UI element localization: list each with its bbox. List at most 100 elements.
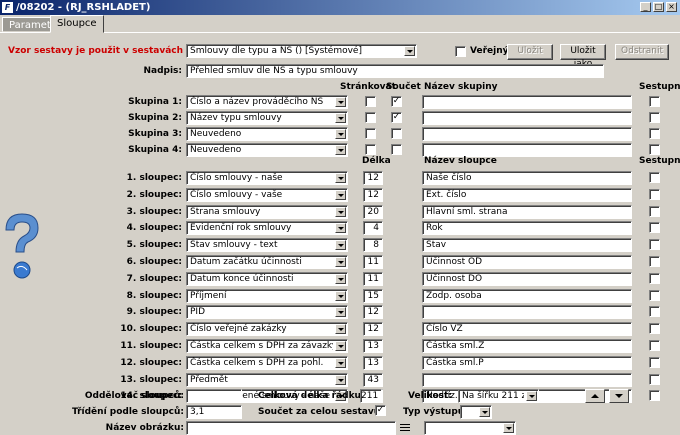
- group-select[interactable]: Číslo a název prováděcího NS: [186, 95, 348, 109]
- chevron-down-icon[interactable]: [479, 407, 490, 417]
- group-sum-checkbox[interactable]: [391, 128, 402, 139]
- save-button[interactable]: Uložit: [507, 44, 553, 60]
- column-length-input[interactable]: 43: [363, 372, 383, 387]
- chevron-down-icon[interactable]: [335, 223, 346, 234]
- column-desc-checkbox[interactable]: [649, 340, 660, 351]
- chevron-down-icon[interactable]: [335, 357, 346, 368]
- minimize-button[interactable]: _: [640, 2, 651, 12]
- chevron-down-icon[interactable]: [335, 307, 346, 318]
- sum-all-checkbox[interactable]: ✓: [375, 405, 386, 416]
- column-select[interactable]: Datum konce účinnosti: [186, 271, 348, 286]
- chevron-down-icon[interactable]: [404, 46, 415, 56]
- group-paging-checkbox[interactable]: [365, 128, 376, 139]
- column-desc-checkbox[interactable]: [649, 323, 660, 335]
- chevron-down-icon[interactable]: [335, 257, 346, 267]
- column-name-input[interactable]: Účinnost DO: [422, 271, 632, 286]
- column-desc-checkbox[interactable]: [649, 306, 660, 318]
- image-select[interactable]: [424, 421, 516, 435]
- column-desc-checkbox[interactable]: [649, 188, 660, 200]
- column-select[interactable]: Předmět: [186, 372, 348, 387]
- column-name-input[interactable]: Hlavní sml. strana: [422, 204, 632, 219]
- chevron-down-icon[interactable]: [335, 189, 346, 200]
- size-select[interactable]: Na šířku 211 zn.: [458, 389, 539, 403]
- column-length-input[interactable]: 12: [363, 305, 383, 320]
- group-sum-checkbox[interactable]: [391, 144, 402, 155]
- column-length-input[interactable]: 13: [363, 355, 383, 370]
- group-name-input[interactable]: [422, 143, 632, 157]
- close-button[interactable]: ×: [666, 2, 677, 12]
- group-paging-checkbox[interactable]: [365, 144, 376, 155]
- group-desc-checkbox[interactable]: [649, 128, 660, 139]
- column-desc-checkbox[interactable]: [649, 272, 660, 284]
- column-desc-checkbox[interactable]: [649, 205, 660, 217]
- column-select[interactable]: Číslo veřejné zakázky: [186, 322, 348, 337]
- column-length-input[interactable]: 11: [363, 271, 383, 286]
- group-paging-checkbox[interactable]: [365, 96, 376, 107]
- chevron-down-icon[interactable]: [335, 341, 346, 351]
- output-type-select[interactable]: [460, 405, 492, 419]
- group-sum-checkbox[interactable]: ✓: [391, 112, 402, 123]
- move-up-button[interactable]: [585, 389, 605, 403]
- maximize-button[interactable]: □: [653, 2, 664, 12]
- column-select[interactable]: Strana smlouvy: [186, 204, 348, 219]
- column-select[interactable]: Příjmení: [186, 288, 348, 303]
- column-name-input[interactable]: Zodp. osoba: [422, 288, 632, 303]
- group-name-input[interactable]: [422, 127, 632, 141]
- column-select[interactable]: Stav smlouvy - text: [186, 238, 348, 253]
- group-select[interactable]: Název typu smlouvy: [186, 111, 348, 125]
- tab-sloupce[interactable]: Sloupce: [50, 15, 104, 33]
- chevron-down-icon[interactable]: [335, 290, 346, 301]
- delete-button[interactable]: Odstranit: [615, 44, 669, 60]
- column-length-input[interactable]: 15: [363, 288, 383, 303]
- column-select[interactable]: PID: [186, 305, 348, 320]
- column-desc-checkbox[interactable]: [649, 172, 660, 183]
- chevron-down-icon[interactable]: [335, 129, 346, 139]
- move-down-button[interactable]: [609, 389, 629, 403]
- chevron-down-icon[interactable]: [335, 324, 346, 335]
- column-desc-checkbox[interactable]: [649, 390, 660, 402]
- column-name-input[interactable]: [422, 372, 632, 387]
- column-length-input[interactable]: 8: [363, 238, 383, 253]
- column-select[interactable]: Částka celkem s DPH za pohl.: [186, 355, 348, 370]
- column-select[interactable]: Číslo smlouvy - naše: [186, 171, 348, 185]
- group-desc-checkbox[interactable]: [649, 144, 660, 155]
- column-name-input[interactable]: Účinnost OD: [422, 255, 632, 269]
- column-desc-checkbox[interactable]: [649, 256, 660, 267]
- group-paging-checkbox[interactable]: [365, 112, 376, 123]
- column-length-input[interactable]: 11: [363, 255, 383, 269]
- image-input[interactable]: [186, 421, 396, 435]
- chevron-down-icon[interactable]: [335, 374, 346, 385]
- column-name-input[interactable]: Číslo VZ: [422, 322, 632, 337]
- column-select[interactable]: Částka celkem s DPH za závazky: [186, 339, 348, 353]
- chevron-down-icon[interactable]: [335, 240, 346, 251]
- group-select[interactable]: Neuvedeno: [186, 127, 348, 141]
- column-select[interactable]: Datum začátku účinnosti: [186, 255, 348, 269]
- column-name-input[interactable]: Rok: [422, 221, 632, 236]
- chevron-down-icon[interactable]: [503, 423, 514, 433]
- group-name-input[interactable]: [422, 111, 632, 125]
- column-desc-checkbox[interactable]: [649, 356, 660, 368]
- column-name-input[interactable]: Částka sml.Z: [422, 339, 632, 353]
- column-length-input[interactable]: 12: [363, 187, 383, 202]
- column-desc-checkbox[interactable]: [649, 289, 660, 301]
- separator-input[interactable]: [186, 389, 242, 403]
- chevron-down-icon[interactable]: [335, 145, 346, 155]
- column-length-input[interactable]: 4: [363, 221, 383, 236]
- column-length-input[interactable]: 13: [363, 339, 383, 353]
- column-select[interactable]: Evidenční rok smlouvy: [186, 221, 348, 236]
- chevron-down-icon[interactable]: [335, 113, 346, 123]
- heading-input[interactable]: Přehled smluv dle NS a typu smlouvy: [186, 64, 604, 78]
- column-name-input[interactable]: Ext. číslo: [422, 187, 632, 202]
- column-desc-checkbox[interactable]: [649, 239, 660, 251]
- chevron-down-icon[interactable]: [335, 97, 346, 107]
- sort-input[interactable]: 3,1: [186, 405, 242, 419]
- public-checkbox[interactable]: [455, 46, 466, 57]
- chevron-down-icon[interactable]: [335, 206, 346, 217]
- column-name-input[interactable]: [422, 305, 632, 320]
- column-desc-checkbox[interactable]: [649, 222, 660, 234]
- column-length-input[interactable]: 12: [363, 171, 383, 185]
- column-name-input[interactable]: Částka sml.P: [422, 355, 632, 370]
- save-as-button[interactable]: Uložit jako: [560, 44, 606, 69]
- chevron-down-icon[interactable]: [335, 173, 346, 183]
- chevron-down-icon[interactable]: [335, 273, 346, 284]
